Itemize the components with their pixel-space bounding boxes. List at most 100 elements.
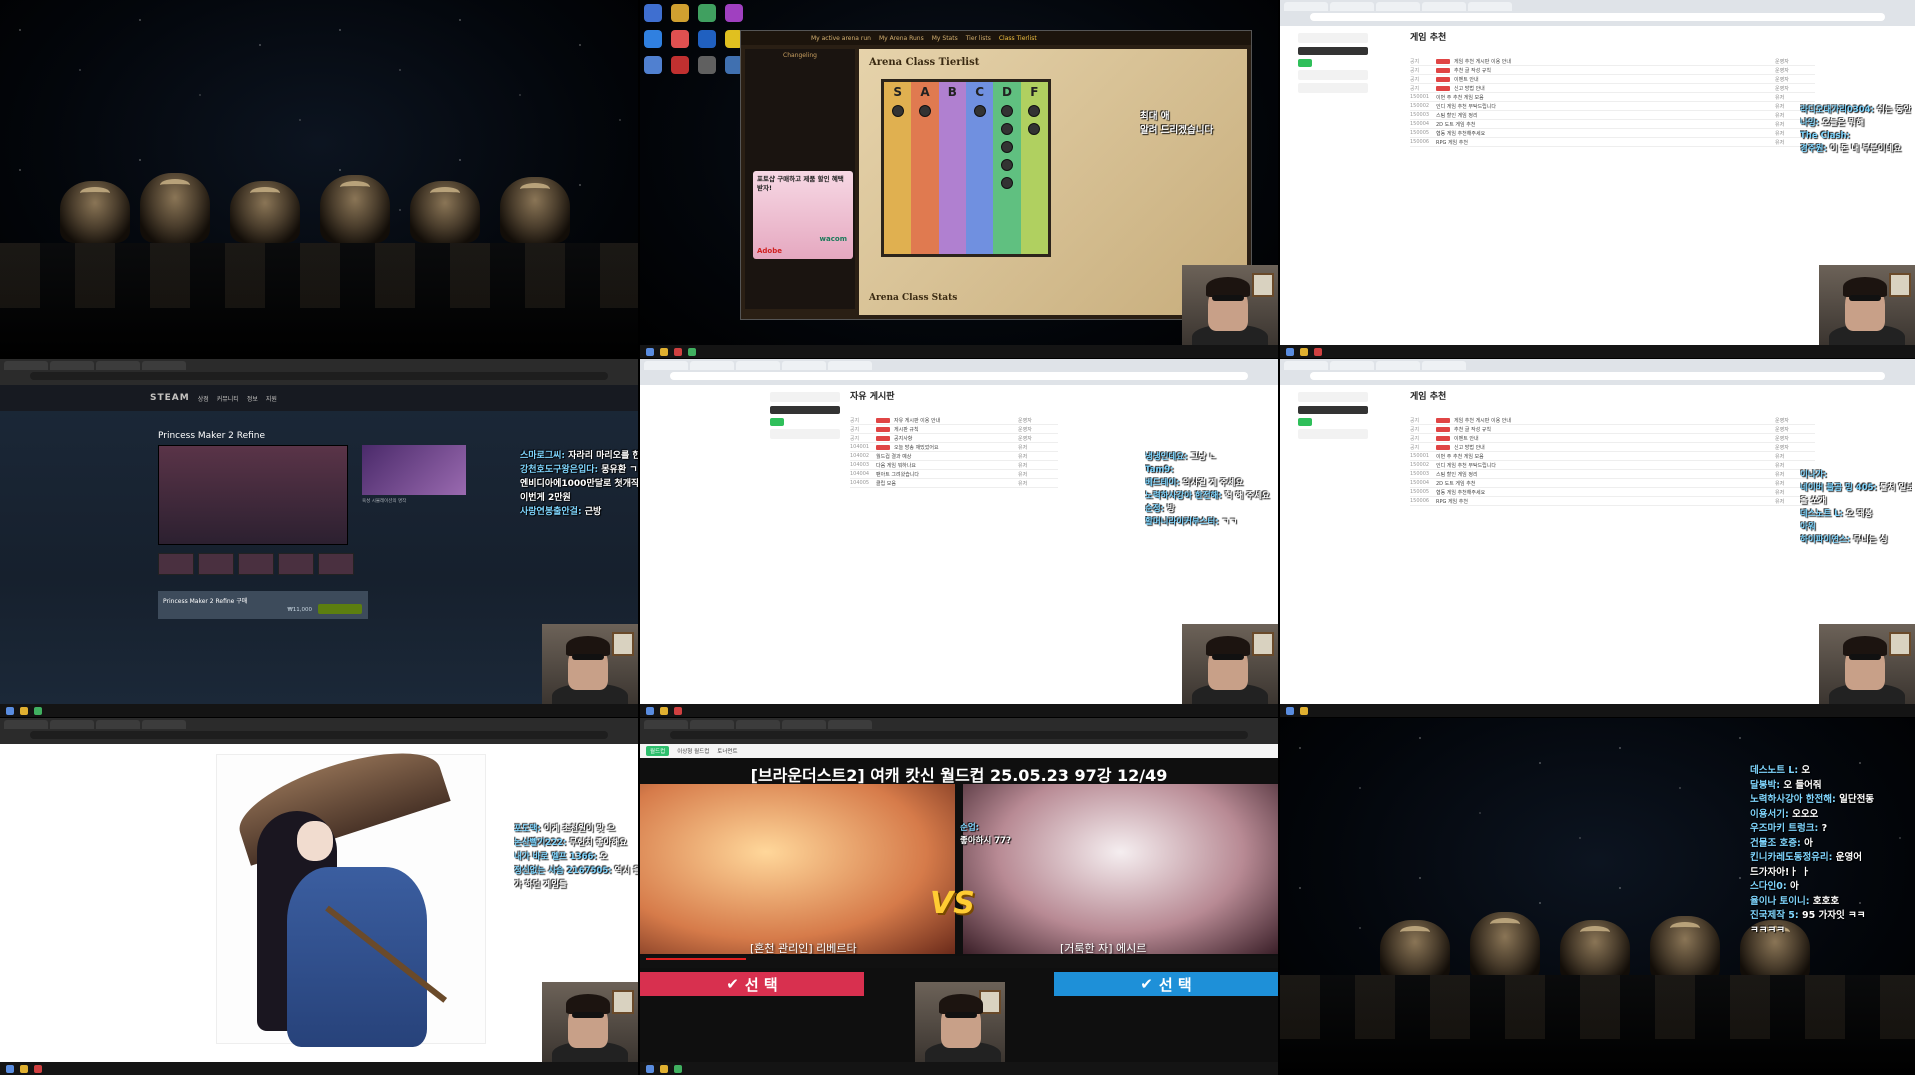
video-progress[interactable] [646,958,746,960]
desktop-icon[interactable] [698,4,716,22]
browser-tab[interactable] [142,720,186,729]
browser-tab[interactable] [1330,2,1374,11]
table-row[interactable]: 공지 게시판 규칙 운영자 [850,425,1058,434]
table-row[interactable]: 공지 게임 추천 게시판 이용 안내 운영자 [1410,57,1815,66]
post-title[interactable]: 스팀 할인 게임 정리 [1436,112,1771,119]
browser-tab[interactable] [4,361,48,370]
post-title[interactable]: 월드컵 결과 예상 [876,453,1014,460]
post-title[interactable]: 공지사항 [894,435,1014,442]
post-author[interactable]: 유저 [1018,453,1058,460]
post-title[interactable]: 인디 게임 추천 부탁드립니다 [1436,462,1771,469]
browser-tab[interactable] [690,720,734,729]
left-candidate-image[interactable] [640,784,955,954]
class-icon[interactable] [1000,177,1013,189]
right-candidate-image[interactable] [963,784,1278,954]
browser-tab[interactable] [828,361,872,370]
post-title[interactable]: 신고 방법 안내 [1454,85,1771,92]
table-row[interactable]: 공지 공지사항 운영자 [850,434,1058,443]
post-title[interactable]: 이번 주 추천 게임 모음 [1436,453,1771,460]
desktop-icon[interactable] [671,4,689,22]
folder-icon[interactable] [660,1064,668,1073]
post-author[interactable]: 운영자 [1775,435,1815,442]
start-icon[interactable] [1286,706,1294,715]
post-author[interactable]: 운영자 [1018,417,1058,424]
table-row[interactable]: 104001 오늘 방송 재밌었어요 유저 [850,443,1058,452]
green-button[interactable] [770,418,784,426]
folder-icon[interactable] [660,347,668,356]
class-icon[interactable] [973,105,986,117]
app-icon[interactable] [34,706,42,715]
desktop-icon[interactable] [644,56,662,74]
post-title[interactable]: 추천 글 작성 규칙 [1454,67,1771,74]
post-title[interactable]: 신고 방법 안내 [1454,444,1771,451]
browser-tab[interactable] [96,361,140,370]
artwork-image[interactable] [216,734,486,1047]
table-row[interactable]: 150006 RPG 게임 추천 유저 [1410,497,1815,506]
game-screenshot[interactable] [158,445,348,545]
table-row[interactable]: 150006 RPG 게임 추천 유저 [1410,138,1815,147]
hs-nav-item[interactable]: My Arena Runs [879,35,924,42]
browser-tab[interactable] [1284,361,1328,370]
post-title[interactable]: 이벤트 안내 [1454,76,1771,83]
table-row[interactable]: 150001 이번 주 추천 게임 모음 유저 [1410,452,1815,461]
post-author[interactable]: 유저 [1775,453,1815,460]
start-icon[interactable] [1286,347,1294,356]
browser-tab[interactable] [736,361,780,370]
post-title[interactable]: RPG 게임 추천 [1436,498,1771,505]
table-row[interactable]: 150005 협동 게임 추천해주세요 유저 [1410,488,1815,497]
post-author[interactable]: 유저 [1018,444,1058,451]
app-icon[interactable] [34,1064,42,1073]
address-bar[interactable] [30,372,608,380]
app-icon[interactable] [674,347,682,356]
browser-tab[interactable] [828,720,872,729]
post-author[interactable]: 유저 [1018,471,1058,478]
write-button[interactable] [1298,406,1368,414]
address-bar[interactable] [670,372,1248,380]
steam-nav-item[interactable]: 정보 [247,394,258,403]
post-author[interactable]: 운영자 [1018,435,1058,442]
browser-tab[interactable] [1376,361,1420,370]
browser-tab[interactable] [1284,2,1328,11]
site-tab[interactable]: 토너먼트 [717,747,737,755]
post-title[interactable]: 다음 게임 뭐하나요 [876,462,1014,469]
table-row[interactable]: 150001 이번 주 추천 게임 모음 유저 [1410,93,1815,102]
address-bar[interactable] [670,731,1248,739]
app-icon[interactable] [674,706,682,715]
browser-tab[interactable] [50,720,94,729]
table-row[interactable]: 150004 2D 도트 게임 추천 유저 [1410,479,1815,488]
class-icon[interactable] [1000,123,1013,135]
folder-icon[interactable] [1300,347,1308,356]
post-author[interactable]: 유저 [1018,480,1058,487]
add-to-cart-button[interactable] [318,604,362,614]
post-title[interactable]: 협동 게임 추천해주세요 [1436,130,1771,137]
table-row[interactable]: 150003 스팀 할인 게임 정리 유저 [1410,111,1815,120]
desktop-icon[interactable] [644,4,662,22]
post-title[interactable]: 협동 게임 추천해주세요 [1436,489,1771,496]
post-author[interactable]: 운영자 [1775,426,1815,433]
class-icon[interactable] [1028,105,1041,117]
start-icon[interactable] [646,706,654,715]
post-title[interactable]: 이벤트 안내 [1454,435,1771,442]
steam-nav-item[interactable]: 커뮤니티 [217,394,239,403]
thumb[interactable] [318,553,354,575]
desktop-icon[interactable] [698,56,716,74]
steam-nav-item[interactable]: 상점 [198,394,209,403]
post-author[interactable]: 운영자 [1775,67,1815,74]
post-title[interactable]: 2D 도트 게임 추천 [1436,480,1771,487]
table-row[interactable]: 150002 인디 게임 추천 부탁드립니다 유저 [1410,461,1815,470]
post-title[interactable]: 클립 모음 [876,480,1014,487]
video-controls[interactable] [640,956,1278,968]
hs-nav-item[interactable]: Tier lists [966,35,991,42]
table-row[interactable]: 104003 다음 게임 뭐하나요 유저 [850,461,1058,470]
post-title[interactable]: 자유 게시판 이용 안내 [894,417,1014,424]
post-author[interactable]: 운영자 [1775,417,1815,424]
class-icon[interactable] [1000,159,1013,171]
browser-tab[interactable] [1468,2,1512,11]
site-tab[interactable]: 이상형 월드컵 [677,747,709,755]
table-row[interactable]: 공지 신고 방법 안내 운영자 [1410,443,1815,452]
class-icon[interactable] [1000,105,1013,117]
table-row[interactable]: 150002 인디 게임 추천 부탁드립니다 유저 [1410,102,1815,111]
post-title[interactable]: 스팀 할인 게임 정리 [1436,471,1771,478]
app-icon[interactable] [688,347,696,356]
start-icon[interactable] [6,1064,14,1073]
